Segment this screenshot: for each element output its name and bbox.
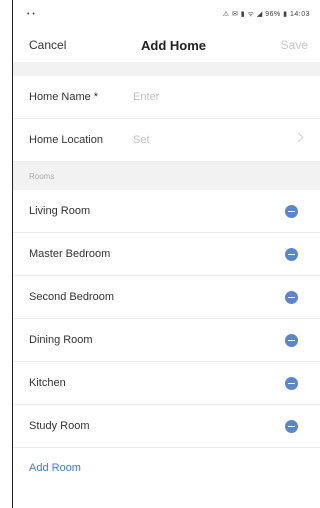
status-icons: ⚠ ✉ ▮ ᯤ ◢ 96% ▮ 14:03 xyxy=(222,10,310,18)
screenshot-frame: • • ⚠ ✉ ▮ ᯤ ◢ 96% ▮ 14:03 Cancel Add Hom… xyxy=(0,0,320,508)
room-label: Living Room xyxy=(29,205,91,217)
home-location-row[interactable]: Home Location Set xyxy=(13,119,320,162)
room-item-kitchen: Kitchen xyxy=(13,362,320,405)
home-name-label: Home Name * xyxy=(29,91,99,103)
home-location-label: Home Location xyxy=(29,134,103,146)
home-name-input[interactable]: Enter xyxy=(133,91,320,103)
room-item-study-room: Study Room xyxy=(13,405,320,448)
room-label: Master Bedroom xyxy=(29,248,111,260)
room-item-living-room: Living Room xyxy=(13,190,320,233)
remove-circle-icon[interactable] xyxy=(285,333,298,347)
room-item-second-bedroom: Second Bedroom xyxy=(13,276,320,319)
remove-circle-icon[interactable] xyxy=(285,290,298,304)
status-bar: • • ⚠ ✉ ▮ ᯤ ◢ 96% ▮ 14:03 xyxy=(13,0,320,28)
home-location-value[interactable]: Set xyxy=(133,134,320,146)
room-list: Living Room Master Bedroom Second Bedroo… xyxy=(13,190,320,448)
room-item-master-bedroom: Master Bedroom xyxy=(13,233,320,276)
phone-screen: • • ⚠ ✉ ▮ ᯤ ◢ 96% ▮ 14:03 Cancel Add Hom… xyxy=(13,0,320,508)
room-label: Kitchen xyxy=(29,377,66,389)
remove-circle-icon[interactable] xyxy=(285,204,298,218)
notification-dots: • • xyxy=(27,10,36,18)
nav-bar: Cancel Add Home Save xyxy=(13,28,320,62)
room-label: Dining Room xyxy=(29,334,93,346)
room-label: Second Bedroom xyxy=(29,291,114,303)
section-spacer xyxy=(13,62,320,76)
room-item-dining-room: Dining Room xyxy=(13,319,320,362)
rooms-section-header: Rooms xyxy=(13,162,320,190)
home-name-row[interactable]: Home Name * Enter xyxy=(13,76,320,119)
room-label: Study Room xyxy=(29,420,90,432)
remove-circle-icon[interactable] xyxy=(285,376,298,390)
remove-circle-icon[interactable] xyxy=(285,419,298,433)
cancel-button[interactable]: Cancel xyxy=(29,38,66,52)
save-button[interactable]: Save xyxy=(281,38,308,52)
add-room-button[interactable]: Add Room xyxy=(13,448,320,487)
page-title: Add Home xyxy=(141,37,206,53)
remove-circle-icon[interactable] xyxy=(285,247,298,261)
